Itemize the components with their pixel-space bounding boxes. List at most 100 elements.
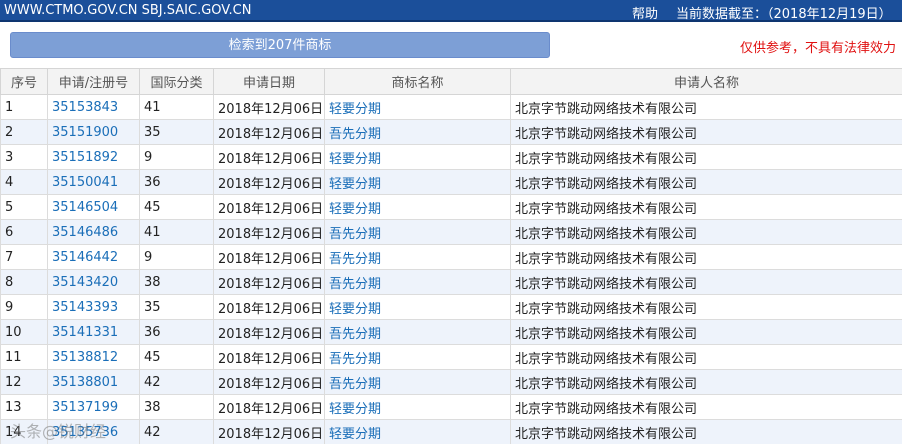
- row-serial-no: 12: [5, 374, 22, 390]
- row-trademark-name-cell[interactable]: 轻要分期: [324, 194, 511, 220]
- row-trademark-name[interactable]: 轻要分期: [329, 102, 381, 117]
- row-registration-no[interactable]: 35138801: [52, 375, 118, 390]
- row-applicant-name: 北京字节跳动网络技术有限公司: [515, 101, 698, 117]
- row-registration-no[interactable]: 35150041: [52, 175, 118, 190]
- row-trademark-name[interactable]: 轻要分期: [329, 302, 381, 317]
- row-registration-no-cell[interactable]: 35138801: [47, 369, 140, 395]
- row-registration-no[interactable]: 35138812: [52, 350, 118, 365]
- row-trademark-name-cell[interactable]: 轻要分期: [324, 144, 511, 170]
- row-registration-no-cell[interactable]: 35153843: [47, 94, 140, 120]
- row-trademark-name-cell[interactable]: 吾先分期: [324, 219, 511, 245]
- row-trademark-name[interactable]: 轻要分期: [329, 177, 381, 192]
- row-intl-class-cell: 36: [139, 169, 214, 195]
- table-row[interactable]: 7 35146442 9 2018年12月06日 吾先分期 北京字节跳动网络技术有限公司: [0, 244, 902, 270]
- table-row[interactable]: 8 35143420 38 2018年12月06日 吾先分期 北京字节跳动网络技术有限公司: [0, 269, 902, 295]
- row-serial-no: 6: [5, 224, 14, 240]
- table-row[interactable]: 6 35146486 41 2018年12月06日 吾先分期 北京字节跳动网络技术有限公司: [0, 219, 902, 245]
- table-row[interactable]: 13 35137199 38 2018年12月06日 轻要分期 北京字节跳动网络技术有限公…: [0, 394, 902, 420]
- row-trademark-name[interactable]: 轻要分期: [329, 427, 381, 442]
- row-applicant-name: 北京字节跳动网络技术有限公司: [515, 126, 698, 142]
- table-row[interactable]: 9 35143393 35 2018年12月06日 轻要分期 北京字节跳动网络技术有限公司: [0, 294, 902, 320]
- row-registration-no[interactable]: 35151900: [52, 125, 118, 140]
- row-intl-class-cell: 38: [139, 269, 214, 295]
- row-trademark-name[interactable]: 吾先分期: [329, 252, 381, 267]
- row-applicant-name-cell: 北京字节跳动网络技术有限公司: [510, 169, 902, 195]
- row-serial-no: 10: [5, 324, 22, 340]
- row-trademark-name[interactable]: 吾先分期: [329, 277, 381, 292]
- row-registration-no[interactable]: 35146504: [52, 200, 118, 215]
- row-trademark-name-cell[interactable]: 吾先分期: [324, 244, 511, 270]
- row-intl-class: 38: [144, 399, 161, 415]
- row-application-date: 2018年12月06日: [218, 101, 324, 117]
- row-serial-no-cell: 6: [0, 219, 48, 245]
- row-intl-class-cell: 36: [139, 319, 214, 345]
- row-applicant-name: 北京字节跳动网络技术有限公司: [515, 326, 698, 342]
- row-intl-class-cell: 41: [139, 94, 214, 120]
- row-trademark-name[interactable]: 轻要分期: [329, 202, 381, 217]
- row-trademark-name[interactable]: 吾先分期: [329, 127, 381, 142]
- row-applicant-name-cell: 北京字节跳动网络技术有限公司: [510, 194, 902, 220]
- row-registration-no-cell[interactable]: 35146504: [47, 194, 140, 220]
- row-trademark-name[interactable]: 吾先分期: [329, 327, 381, 342]
- row-registration-no[interactable]: 35143393: [52, 300, 118, 315]
- row-intl-class: 36: [144, 324, 161, 340]
- row-applicant-name: 北京字节跳动网络技术有限公司: [515, 301, 698, 317]
- row-serial-no: 4: [5, 174, 14, 190]
- table-row[interactable]: 1 35153843 41 2018年12月06日 轻要分期 北京字节跳动网络技术有限公司: [0, 94, 902, 120]
- row-registration-no-cell[interactable]: 35143420: [47, 269, 140, 295]
- row-registration-no-cell[interactable]: 35143393: [47, 294, 140, 320]
- table-row[interactable]: 3 35151892 9 2018年12月06日 轻要分期 北京字节跳动网络技术有限公司: [0, 144, 902, 170]
- row-registration-no-cell[interactable]: 35135736: [47, 419, 140, 444]
- row-trademark-name-cell[interactable]: 吾先分期: [324, 319, 511, 345]
- row-trademark-name-cell[interactable]: 轻要分期: [324, 394, 511, 420]
- table-row[interactable]: 12 35138801 42 2018年12月06日 吾先分期 北京字节跳动网络技术有限公…: [0, 369, 902, 395]
- row-registration-no[interactable]: 35143420: [52, 275, 118, 290]
- table-row[interactable]: 5 35146504 45 2018年12月06日 轻要分期 北京字节跳动网络技术有限公司: [0, 194, 902, 220]
- row-application-date: 2018年12月06日: [218, 176, 324, 192]
- table-row[interactable]: 14 35135736 42 2018年12月06日 轻要分期 北京字节跳动网络技术有限公…: [0, 419, 902, 444]
- row-trademark-name-cell[interactable]: 吾先分期: [324, 369, 511, 395]
- row-application-date-cell: 2018年12月06日: [213, 419, 325, 444]
- table-row[interactable]: 10 35141331 36 2018年12月06日 吾先分期 北京字节跳动网络技术有限公…: [0, 319, 902, 345]
- row-registration-no[interactable]: 35137199: [52, 400, 118, 415]
- row-registration-no-cell[interactable]: 35141331: [47, 319, 140, 345]
- row-application-date: 2018年12月06日: [218, 326, 324, 342]
- row-trademark-name-cell[interactable]: 轻要分期: [324, 419, 511, 444]
- row-application-date-cell: 2018年12月06日: [213, 244, 325, 270]
- row-registration-no-cell[interactable]: 35151892: [47, 144, 140, 170]
- row-trademark-name[interactable]: 轻要分期: [329, 152, 381, 167]
- row-registration-no[interactable]: 35146442: [52, 250, 118, 265]
- row-registration-no[interactable]: 35146486: [52, 225, 118, 240]
- row-applicant-name-cell: 北京字节跳动网络技术有限公司: [510, 419, 902, 444]
- row-registration-no-cell[interactable]: 35146442: [47, 244, 140, 270]
- row-registration-no-cell[interactable]: 35150041: [47, 169, 140, 195]
- row-trademark-name[interactable]: 轻要分期: [329, 402, 381, 417]
- help-link[interactable]: 帮助: [632, 3, 658, 22]
- row-trademark-name[interactable]: 吾先分期: [329, 227, 381, 242]
- trademark-results-table: 序号 申请/注册号 国际分类 申请日期 商标名称 申请人名称 1 35153843…: [0, 68, 902, 444]
- row-serial-no-cell: 3: [0, 144, 48, 170]
- row-registration-no-cell[interactable]: 35137199: [47, 394, 140, 420]
- row-trademark-name-cell[interactable]: 轻要分期: [324, 169, 511, 195]
- row-trademark-name-cell[interactable]: 轻要分期: [324, 94, 511, 120]
- row-registration-no[interactable]: 35151892: [52, 150, 118, 165]
- row-registration-no-cell[interactable]: 35151900: [47, 119, 140, 145]
- row-trademark-name-cell[interactable]: 吾先分期: [324, 344, 511, 370]
- row-registration-no[interactable]: 35141331: [52, 325, 118, 340]
- row-trademark-name[interactable]: 吾先分期: [329, 352, 381, 367]
- row-applicant-name: 北京字节跳动网络技术有限公司: [515, 151, 698, 167]
- row-trademark-name-cell[interactable]: 轻要分期: [324, 294, 511, 320]
- row-registration-no[interactable]: 35135736: [52, 425, 118, 440]
- row-registration-no-cell[interactable]: 35146486: [47, 219, 140, 245]
- table-row[interactable]: 4 35150041 36 2018年12月06日 轻要分期 北京字节跳动网络技术有限公司: [0, 169, 902, 195]
- row-intl-class: 42: [144, 374, 161, 390]
- row-trademark-name-cell[interactable]: 吾先分期: [324, 269, 511, 295]
- row-trademark-name-cell[interactable]: 吾先分期: [324, 119, 511, 145]
- table-row[interactable]: 11 35138812 45 2018年12月06日 吾先分期 北京字节跳动网络技术有限公…: [0, 344, 902, 370]
- row-serial-no: 3: [5, 149, 14, 165]
- table-row[interactable]: 2 35151900 35 2018年12月06日 吾先分期 北京字节跳动网络技术有限公司: [0, 119, 902, 145]
- row-registration-no[interactable]: 35153843: [52, 100, 118, 115]
- row-applicant-name: 北京字节跳动网络技术有限公司: [515, 351, 698, 367]
- row-registration-no-cell[interactable]: 35138812: [47, 344, 140, 370]
- row-trademark-name[interactable]: 吾先分期: [329, 377, 381, 392]
